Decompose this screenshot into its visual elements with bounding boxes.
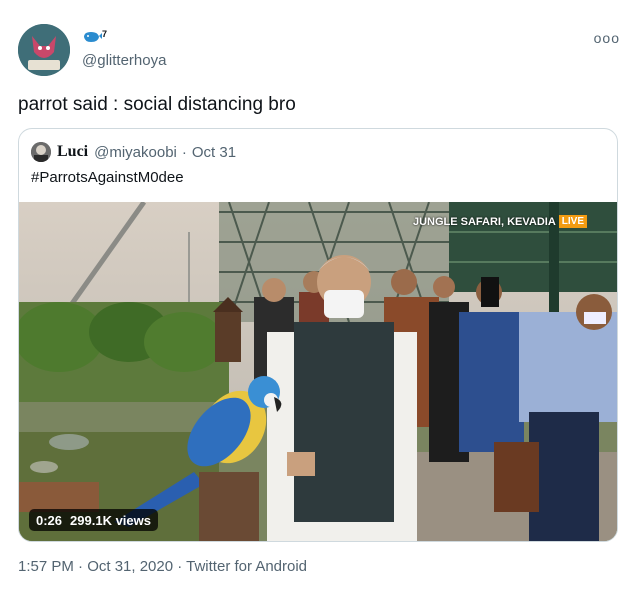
quote-text[interactable]: #ParrotsAgainstM0dee (31, 169, 184, 186)
video-views: 299.1K views (70, 512, 151, 528)
quote-author-handle[interactable]: @miyakoobi (94, 144, 177, 161)
author-handle[interactable]: @glitterhoya (82, 52, 166, 69)
quoted-tweet[interactable]: Luci @miyakoobi · Oct 31 #ParrotsAgainst… (18, 128, 618, 542)
more-options-icon[interactable]: ooo (594, 30, 620, 46)
video-frame (19, 202, 617, 541)
channel-overlay: JUNGLE SAFARI, KEVADIA LIVE (413, 215, 587, 228)
quote-author-name[interactable]: Luci (57, 143, 88, 161)
author-avatar[interactable] (18, 24, 70, 76)
video-stats-badge: 0:26 299.1K views (29, 509, 158, 531)
whale-icon (82, 28, 102, 49)
quote-header: Luci @miyakoobi · Oct 31 (31, 141, 236, 163)
quote-author-avatar[interactable] (31, 142, 51, 162)
quote-date[interactable]: Oct 31 (192, 144, 236, 161)
live-badge: LIVE (558, 215, 587, 228)
author-name-row[interactable]: 7 (82, 28, 107, 48)
tweet-header: 7 @glitterhoya ooo (18, 24, 622, 76)
video-time: 0:26 (36, 512, 63, 528)
video-player[interactable]: JUNGLE SAFARI, KEVADIA LIVE 0:26 299.1K … (19, 202, 617, 541)
tweet-footer[interactable]: 1:57 PM · Oct 31, 2020 · Twitter for And… (18, 558, 307, 575)
channel-name: JUNGLE SAFARI, KEVADIA (412, 215, 556, 228)
tweet-text: parrot said : social distancing bro (18, 94, 296, 115)
quote-separator: · (181, 143, 187, 161)
author-superscript: 7 (102, 29, 108, 39)
